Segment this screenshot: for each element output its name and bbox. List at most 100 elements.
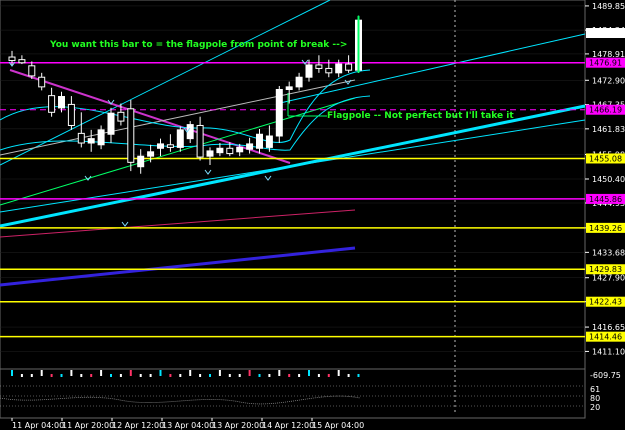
indicator-bar: [129, 370, 132, 376]
indicator-bar: [308, 370, 310, 376]
candle-body: [176, 129, 184, 148]
level-tag-label: 1455.08: [589, 154, 622, 163]
level-tag-label: 1422.43: [589, 298, 622, 307]
candle-body: [335, 63, 343, 74]
indicator-bar: [298, 374, 301, 377]
candle-body: [295, 76, 303, 88]
indicator-bar: [159, 370, 162, 376]
candle-body: [315, 64, 323, 69]
price-axis: 1489.851484.341478.911472.901467.351461.…: [585, 2, 625, 412]
time-tick-label: 11 Apr 20:00: [62, 421, 114, 430]
level-tag-label: 1439.26: [589, 224, 622, 233]
candle-body: [285, 86, 293, 90]
price-chart: You want this bar to = the flagpole from…: [0, 0, 625, 430]
horizontal-levels: [0, 61, 585, 338]
indicator-bar: [169, 374, 172, 377]
indicator-bar: [20, 374, 23, 377]
indicator-bar: [258, 374, 261, 377]
indicator-bar: [209, 374, 211, 377]
candle-body: [87, 138, 95, 144]
indicator-bar: [90, 374, 93, 377]
candle-body: [275, 89, 283, 137]
candle-body: [18, 59, 26, 64]
annotation-target-bar: You want this bar to = the flagpole from…: [49, 40, 347, 50]
current-price-tag: [586, 28, 625, 38]
candle-body: [58, 96, 65, 109]
indicator-bar: [268, 374, 271, 377]
indicator-bar: [189, 370, 192, 376]
candle-body: [196, 124, 204, 158]
arrow-marker: [264, 175, 272, 181]
indicator-bar: [70, 370, 73, 376]
candle-body: [216, 147, 224, 154]
indicator-bar: [149, 374, 152, 377]
time-axis: 11 Apr 04:0011 Apr 20:0012 Apr 12:0013 A…: [11, 418, 364, 430]
indicator-bar: [357, 374, 360, 377]
indicator-bar: [60, 374, 63, 377]
indicator-tick-label: 80: [590, 394, 600, 403]
indicator-bar: [238, 374, 241, 377]
price-tick-label: 1489.85: [592, 2, 625, 11]
indicator-bar: [317, 374, 320, 377]
price-tick-label: 1461.83: [592, 125, 625, 134]
oscillator-curve: [0, 395, 361, 405]
candle-body: [117, 111, 125, 122]
indicator-bar: [179, 374, 182, 377]
candle-body: [38, 76, 46, 88]
candle-body: [305, 64, 313, 78]
indicator-bar: [40, 370, 43, 376]
indicator-bar: [327, 374, 330, 377]
time-tick-label: 15 Apr 04:00: [312, 421, 364, 430]
time-tick-label: 14 Apr 12:00: [262, 421, 314, 430]
indicator-bar: [110, 374, 112, 377]
level-tag-label: 1429.83: [589, 265, 622, 274]
indicator-tick-label: 20: [590, 403, 600, 412]
indicator-bar: [139, 374, 142, 377]
time-tick-label: 13 Apr 04:00: [162, 421, 214, 430]
candle-body: [147, 151, 155, 157]
candle-body: [206, 150, 214, 157]
candle-body: [97, 129, 105, 146]
candle-body: [345, 63, 353, 71]
indicator-bar: [228, 374, 231, 377]
candle-body: [256, 133, 263, 149]
time-tick-label: 12 Apr 12:00: [112, 421, 164, 430]
candle-body: [166, 144, 174, 148]
price-tick-label: 1478.91: [592, 50, 625, 59]
indicator-bar: [288, 374, 291, 377]
arrow-marker: [204, 169, 212, 175]
arrow-marker: [344, 79, 352, 85]
candle-body: [28, 65, 36, 77]
candle-body: [107, 112, 115, 135]
candle-body: [325, 67, 333, 74]
indicator-bar: [119, 374, 122, 377]
indicator-bar: [218, 370, 221, 376]
level-tag-label: 1476.91: [589, 59, 622, 68]
candle-body: [77, 132, 85, 144]
indicator-bar: [100, 370, 103, 376]
candle-body: [157, 143, 164, 149]
indicator-bar: [50, 374, 53, 377]
indicator-panel: [0, 368, 585, 407]
candle-body: [186, 124, 194, 140]
band-lower: [0, 95, 371, 151]
price-tick-label: 1450.40: [592, 175, 625, 184]
band-upper: [0, 69, 371, 143]
level-tag-label: 1466.19: [589, 106, 622, 115]
indicator-bar: [248, 370, 251, 376]
candle-body: [265, 135, 273, 148]
price-tick-label: 1433.68: [592, 248, 625, 257]
indicator-tick-label: 61: [590, 385, 600, 394]
indicator-bar: [278, 370, 281, 376]
price-tick-label: 1472.90: [592, 76, 625, 85]
indicator-bar: [30, 374, 33, 377]
price-tick-label: 1416.65: [592, 323, 625, 332]
time-tick-label: 11 Apr 04:00: [12, 421, 64, 430]
candle-body: [226, 147, 234, 155]
candle-body: [48, 95, 56, 113]
indicator-bar: [80, 374, 83, 377]
indicator-bar: [347, 374, 350, 377]
arrow-marker: [121, 221, 129, 227]
time-tick-label: 13 Apr 20:00: [212, 421, 264, 430]
candle-body: [67, 103, 75, 126]
